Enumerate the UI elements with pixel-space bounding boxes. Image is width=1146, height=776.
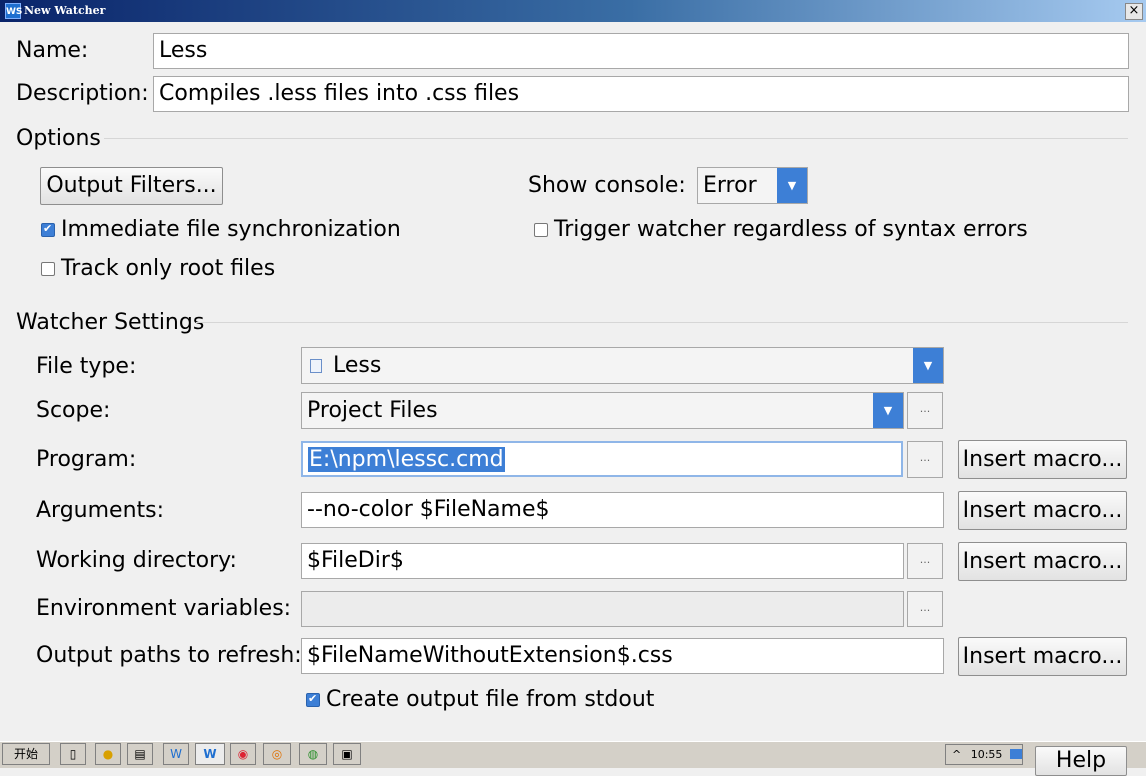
working-dir-insert-macro-button[interactable]: Insert macro... <box>958 542 1127 581</box>
globe-icon[interactable]: ◍ <box>299 743 327 765</box>
window-title: New Watcher <box>24 4 106 17</box>
webstorm-taskbar-icon[interactable]: W <box>195 743 225 765</box>
arguments-input[interactable]: --no-color $FileName$ <box>301 492 944 528</box>
name-label: Name: <box>16 38 89 63</box>
working-dir-browse-button[interactable]: ... <box>907 543 943 579</box>
show-console-label: Show console: <box>528 173 686 198</box>
create-output-checkbox[interactable] <box>306 692 320 707</box>
options-divider <box>104 138 1128 139</box>
network-icon <box>1009 749 1022 759</box>
browser-icon[interactable]: ● <box>95 743 121 765</box>
chevron-down-icon: ▼ <box>873 393 903 428</box>
chrome-icon[interactable]: ◉ <box>230 743 256 765</box>
title-bar <box>0 0 1146 22</box>
terminal-icon[interactable]: ▣ <box>333 743 361 765</box>
immediate-sync-checkbox[interactable] <box>41 222 55 237</box>
scope-select[interactable]: Project Files ▼ <box>301 392 904 429</box>
output-filters-button[interactable]: Output Filters... <box>40 167 223 205</box>
less-file-icon <box>310 359 322 373</box>
word-icon[interactable]: W <box>163 743 189 765</box>
env-vars-label: Environment variables: <box>36 596 292 621</box>
chevron-down-icon: ▼ <box>913 348 943 383</box>
program-insert-macro-button[interactable]: Insert macro... <box>958 440 1127 479</box>
create-output-label: Create output file from stdout <box>326 687 655 712</box>
output-paths-input[interactable]: $FileNameWithoutExtension$.css <box>301 638 944 674</box>
trigger-watcher-checkbox[interactable] <box>534 223 548 237</box>
show-desktop-icon[interactable]: ▯ <box>60 743 86 765</box>
show-console-select[interactable]: Error ▼ <box>697 167 808 204</box>
env-vars-browse-button[interactable]: ... <box>907 591 943 627</box>
arguments-insert-macro-button[interactable]: Insert macro... <box>958 491 1127 530</box>
watcher-settings-title: Watcher Settings <box>16 310 205 335</box>
webstorm-logo-icon: WS <box>5 3 22 19</box>
scope-label: Scope: <box>36 398 111 423</box>
show-console-value: Error <box>703 173 757 198</box>
file-type-select[interactable]: Less ▼ <box>301 347 944 384</box>
track-root-label: Track only root files <box>61 256 276 281</box>
close-button[interactable]: × <box>1125 3 1143 20</box>
tray-expand-icon[interactable]: ^ <box>946 748 961 761</box>
firefox-icon[interactable]: ◎ <box>263 743 291 765</box>
watcher-settings-divider <box>196 322 1128 323</box>
program-value: E:\npm\lessc.cmd <box>308 447 505 472</box>
output-paths-label: Output paths to refresh: <box>36 643 302 668</box>
output-paths-insert-macro-button[interactable]: Insert macro... <box>958 637 1127 676</box>
program-browse-button[interactable]: ... <box>907 441 943 478</box>
start-label: 开始 <box>13 747 38 761</box>
arguments-label: Arguments: <box>36 498 165 523</box>
description-input[interactable]: Compiles .less files into .css files <box>153 76 1129 112</box>
env-vars-input[interactable] <box>301 591 904 627</box>
working-dir-input[interactable]: $FileDir$ <box>301 543 904 579</box>
file-type-value: Less <box>333 353 382 378</box>
name-input[interactable]: Less <box>153 33 1129 69</box>
scope-value: Project Files <box>307 398 438 423</box>
program-label: Program: <box>36 447 137 472</box>
file-type-label: File type: <box>36 354 137 379</box>
clock: 10:55 <box>970 748 1003 761</box>
working-dir-label: Working directory: <box>36 548 237 573</box>
scope-browse-button[interactable]: ... <box>907 392 943 429</box>
options-section-title: Options <box>16 126 101 151</box>
chevron-down-icon: ▼ <box>777 168 807 203</box>
program-input[interactable]: E:\npm\lessc.cmd <box>301 441 903 477</box>
track-root-checkbox[interactable] <box>41 262 55 276</box>
trigger-watcher-label: Trigger watcher regardless of syntax err… <box>554 217 1028 242</box>
immediate-sync-label: Immediate file synchronization <box>61 217 401 242</box>
folder-icon[interactable]: ▤ <box>127 743 153 765</box>
description-label: Description: <box>16 81 149 106</box>
help-button[interactable]: Help <box>1035 746 1127 776</box>
start-button[interactable]: 开始 <box>2 743 50 765</box>
system-tray: ^ 10:55 <box>945 744 1023 765</box>
